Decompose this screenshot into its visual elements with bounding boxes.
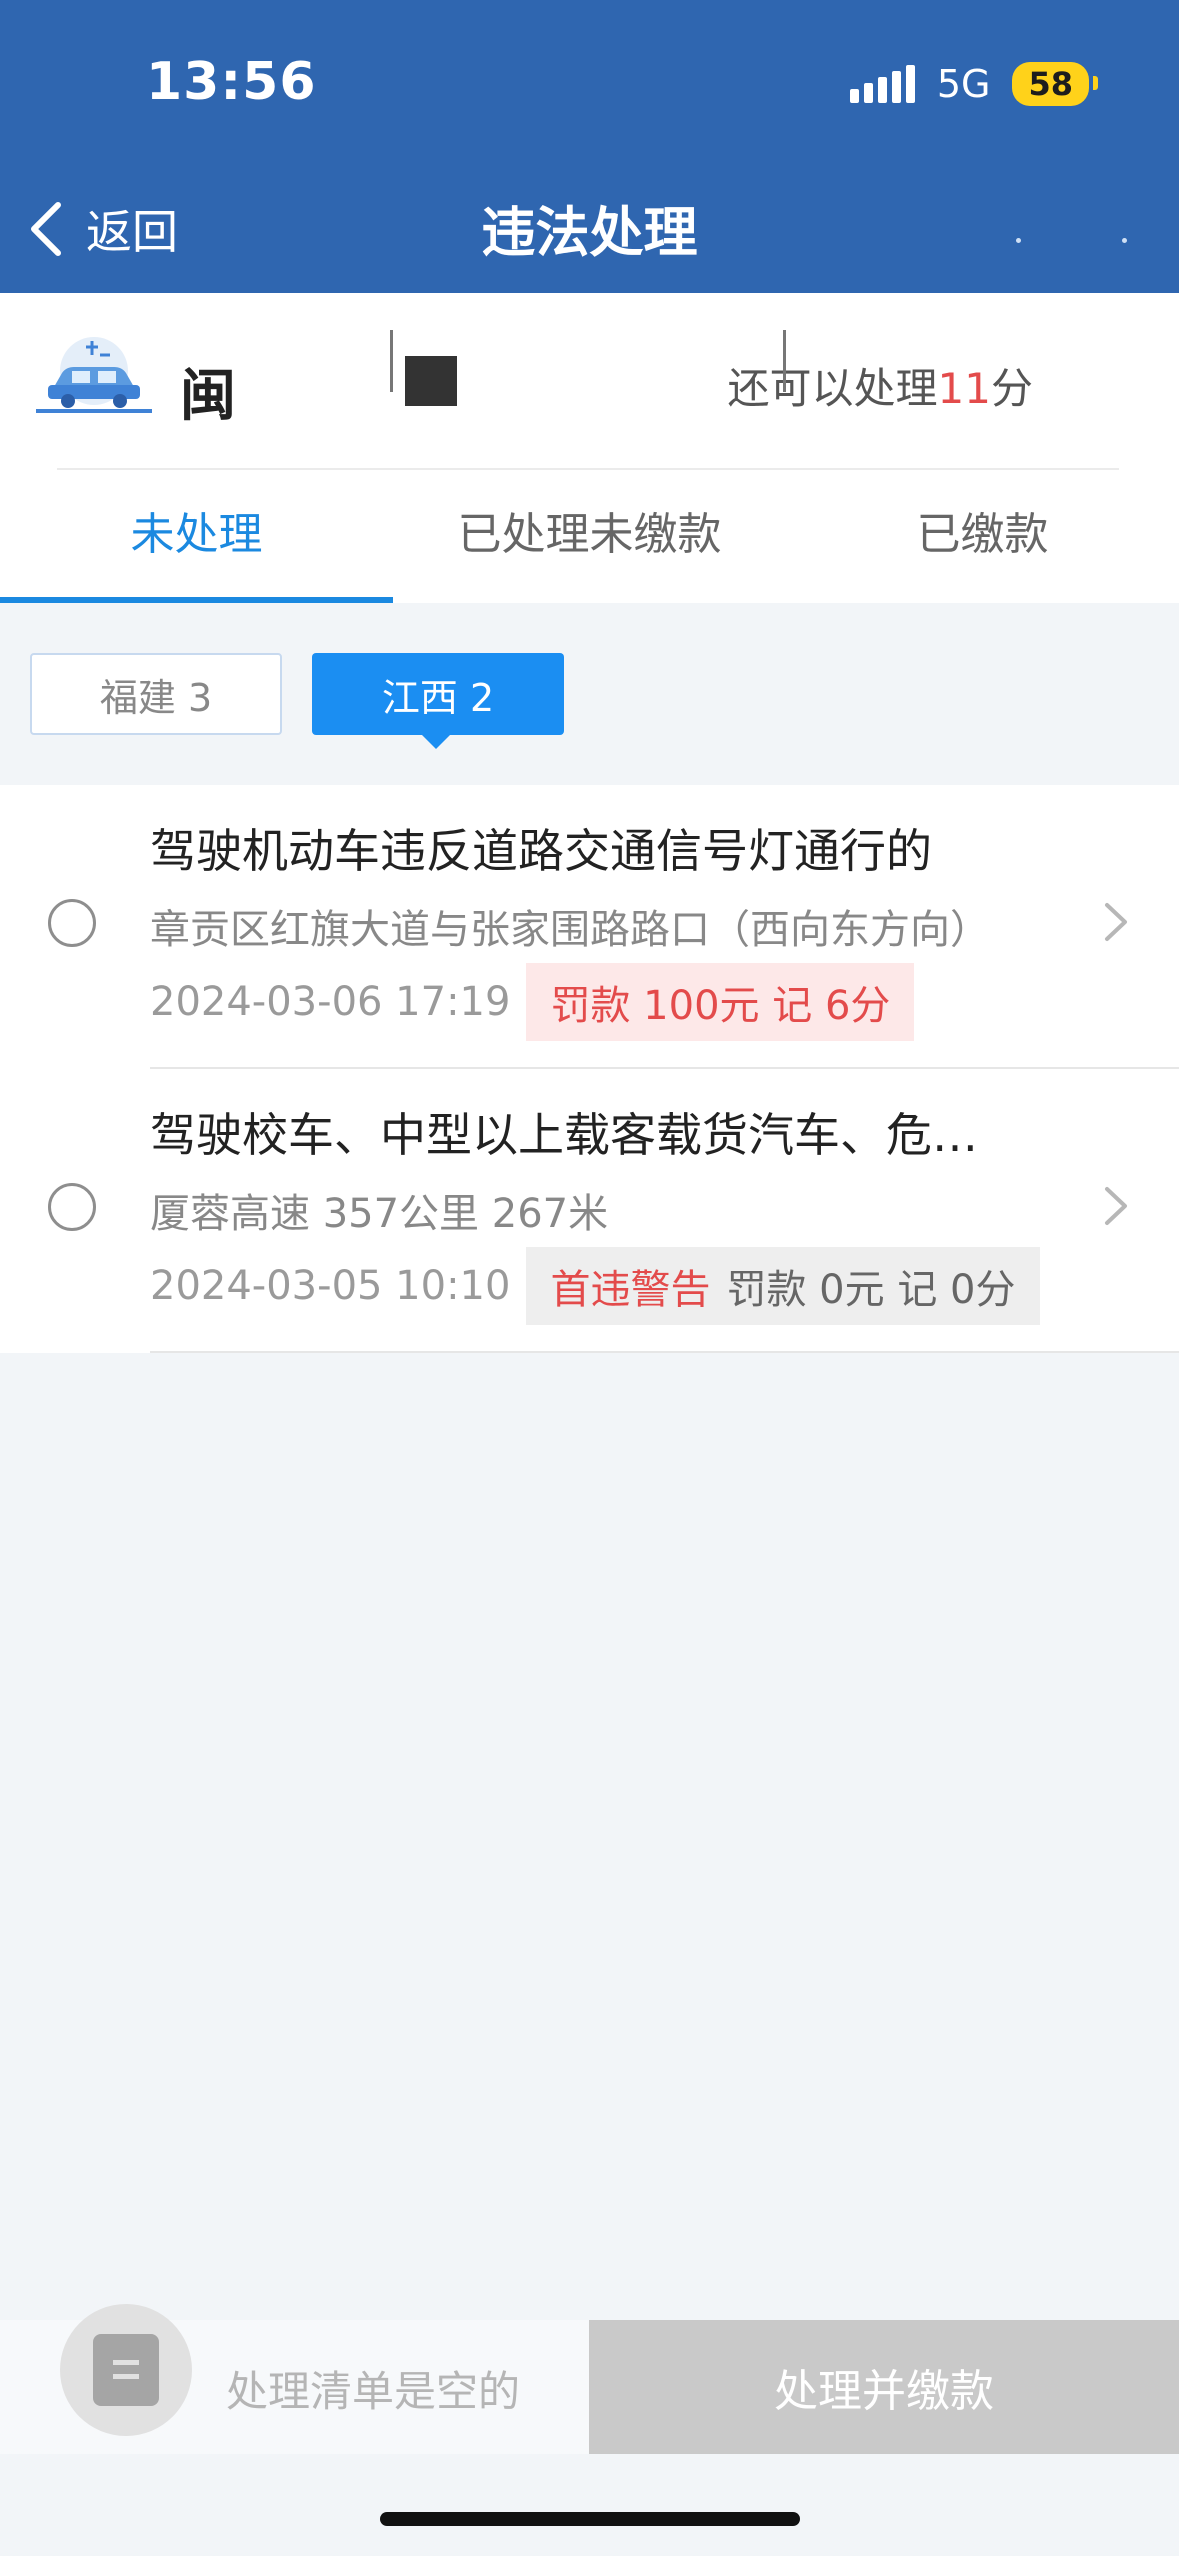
row-divider [150, 1351, 1179, 1353]
home-indicator[interactable] [380, 2512, 800, 2526]
tab-divider [783, 330, 786, 392]
violation-location: 厦蓉高速 357公里 267米 [150, 1191, 609, 1237]
violation-meta: 2024-03-06 17:19 罚款 100元 记 6分 [150, 963, 915, 1041]
select-radio[interactable] [48, 899, 96, 947]
chevron-right-icon[interactable] [1103, 1185, 1129, 1227]
status-tabs: 未处理 已处理未缴款 已缴款 [0, 471, 1179, 603]
penalty-badge: 罚款 100元 记 6分 [526, 963, 915, 1041]
violation-datetime: 2024-03-05 10:10 [150, 1263, 511, 1309]
vehicle-panel: 闽 还可以处理11分 未处理 已处理未缴款 已缴款 [0, 293, 1179, 603]
tab-processed-unpaid[interactable]: 已处理未缴款 [393, 471, 786, 603]
region-chip-fujian[interactable]: 福建 3 [30, 653, 282, 735]
divider [57, 468, 1119, 470]
process-and-pay-button[interactable]: 处理并缴款 [589, 2320, 1179, 2454]
status-icons: 5G 58 [849, 62, 1098, 106]
car-icon [36, 337, 152, 413]
violation-datetime: 2024-03-06 17:19 [150, 979, 511, 1025]
decor-dot [1122, 238, 1127, 243]
empty-list-label: 处理清单是空的 [226, 2367, 521, 2416]
points-suffix: 分 [990, 364, 1033, 413]
violation-title: 驾驶校车、中型以上载客载货汽车、危… [150, 1108, 978, 1162]
list-item[interactable]: 驾驶机动车违反道路交通信号灯通行的 章贡区红旗大道与张家围路路口（西向东方向） … [0, 785, 1179, 1069]
license-plate: 闽 [180, 364, 236, 429]
region-filter: 福建 3 江西 2 [0, 603, 1179, 785]
tab-unprocessed[interactable]: 未处理 [0, 471, 393, 603]
signal-icon [849, 65, 915, 103]
region-chip-jiangxi[interactable]: 江西 2 [312, 653, 564, 749]
process-list-button[interactable] [60, 2304, 192, 2436]
violation-location: 章贡区红旗大道与张家围路路口（西向东方向） [150, 907, 990, 953]
header-bar: 13:56 5G 58 返回 违法处理 [0, 0, 1179, 293]
tab-paid[interactable]: 已缴款 [786, 471, 1179, 603]
points-prefix: 还可以处理 [727, 364, 938, 413]
decor-dot [1016, 238, 1021, 243]
select-radio[interactable] [48, 1183, 96, 1231]
points-value: 11 [937, 364, 991, 413]
plate-redaction [405, 356, 457, 406]
tab-divider [390, 330, 393, 392]
penalty-badge: 首违警告 罚款 0元 记 0分 [526, 1247, 1040, 1325]
bottom-action-bar: 处理清单是空的 处理并缴款 [0, 2304, 1179, 2454]
violation-title: 驾驶机动车违反道路交通信号灯通行的 [150, 824, 932, 878]
violation-list: 驾驶机动车违反道路交通信号灯通行的 章贡区红旗大道与张家围路路口（西向东方向） … [0, 785, 1179, 1353]
page-title: 违法处理 [481, 201, 698, 264]
status-time: 13:56 [146, 52, 317, 112]
penalty-text: 罚款 0元 记 0分 [726, 1267, 1016, 1313]
first-offense-warning: 首违警告 [550, 1267, 711, 1313]
network-label: 5G [936, 62, 991, 106]
document-icon [93, 2334, 159, 2406]
list-item[interactable]: 驾驶校车、中型以上载客载货汽车、危… 厦蓉高速 357公里 267米 2024-… [0, 1069, 1179, 1353]
chevron-right-icon[interactable] [1103, 901, 1129, 943]
violation-meta: 2024-03-05 10:10 首违警告 罚款 0元 记 0分 [150, 1247, 1040, 1325]
remaining-points: 还可以处理11分 [728, 355, 1033, 416]
battery-icon: 58 [1012, 62, 1098, 106]
